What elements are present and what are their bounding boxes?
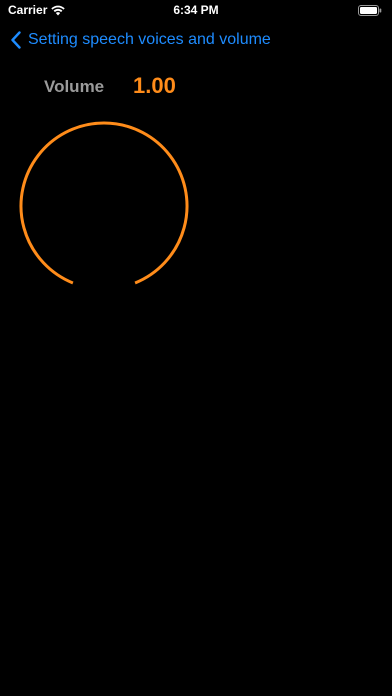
- chevron-left-icon: [11, 31, 21, 49]
- back-button-label: Setting speech voices and volume: [28, 31, 271, 48]
- navigation-bar: Setting speech voices and volume: [0, 28, 392, 54]
- volume-dial[interactable]: [18, 120, 190, 292]
- volume-label: Volume: [44, 77, 105, 96]
- volume-value: 1.00: [133, 73, 176, 98]
- battery-icon: [358, 5, 382, 16]
- status-time: 6:34 PM: [173, 3, 219, 17]
- back-button[interactable]: Setting speech voices and volume: [10, 30, 271, 50]
- status-bar: Carrier 6:34 PM: [0, 0, 392, 22]
- volume-dial-arc: [19, 121, 189, 285]
